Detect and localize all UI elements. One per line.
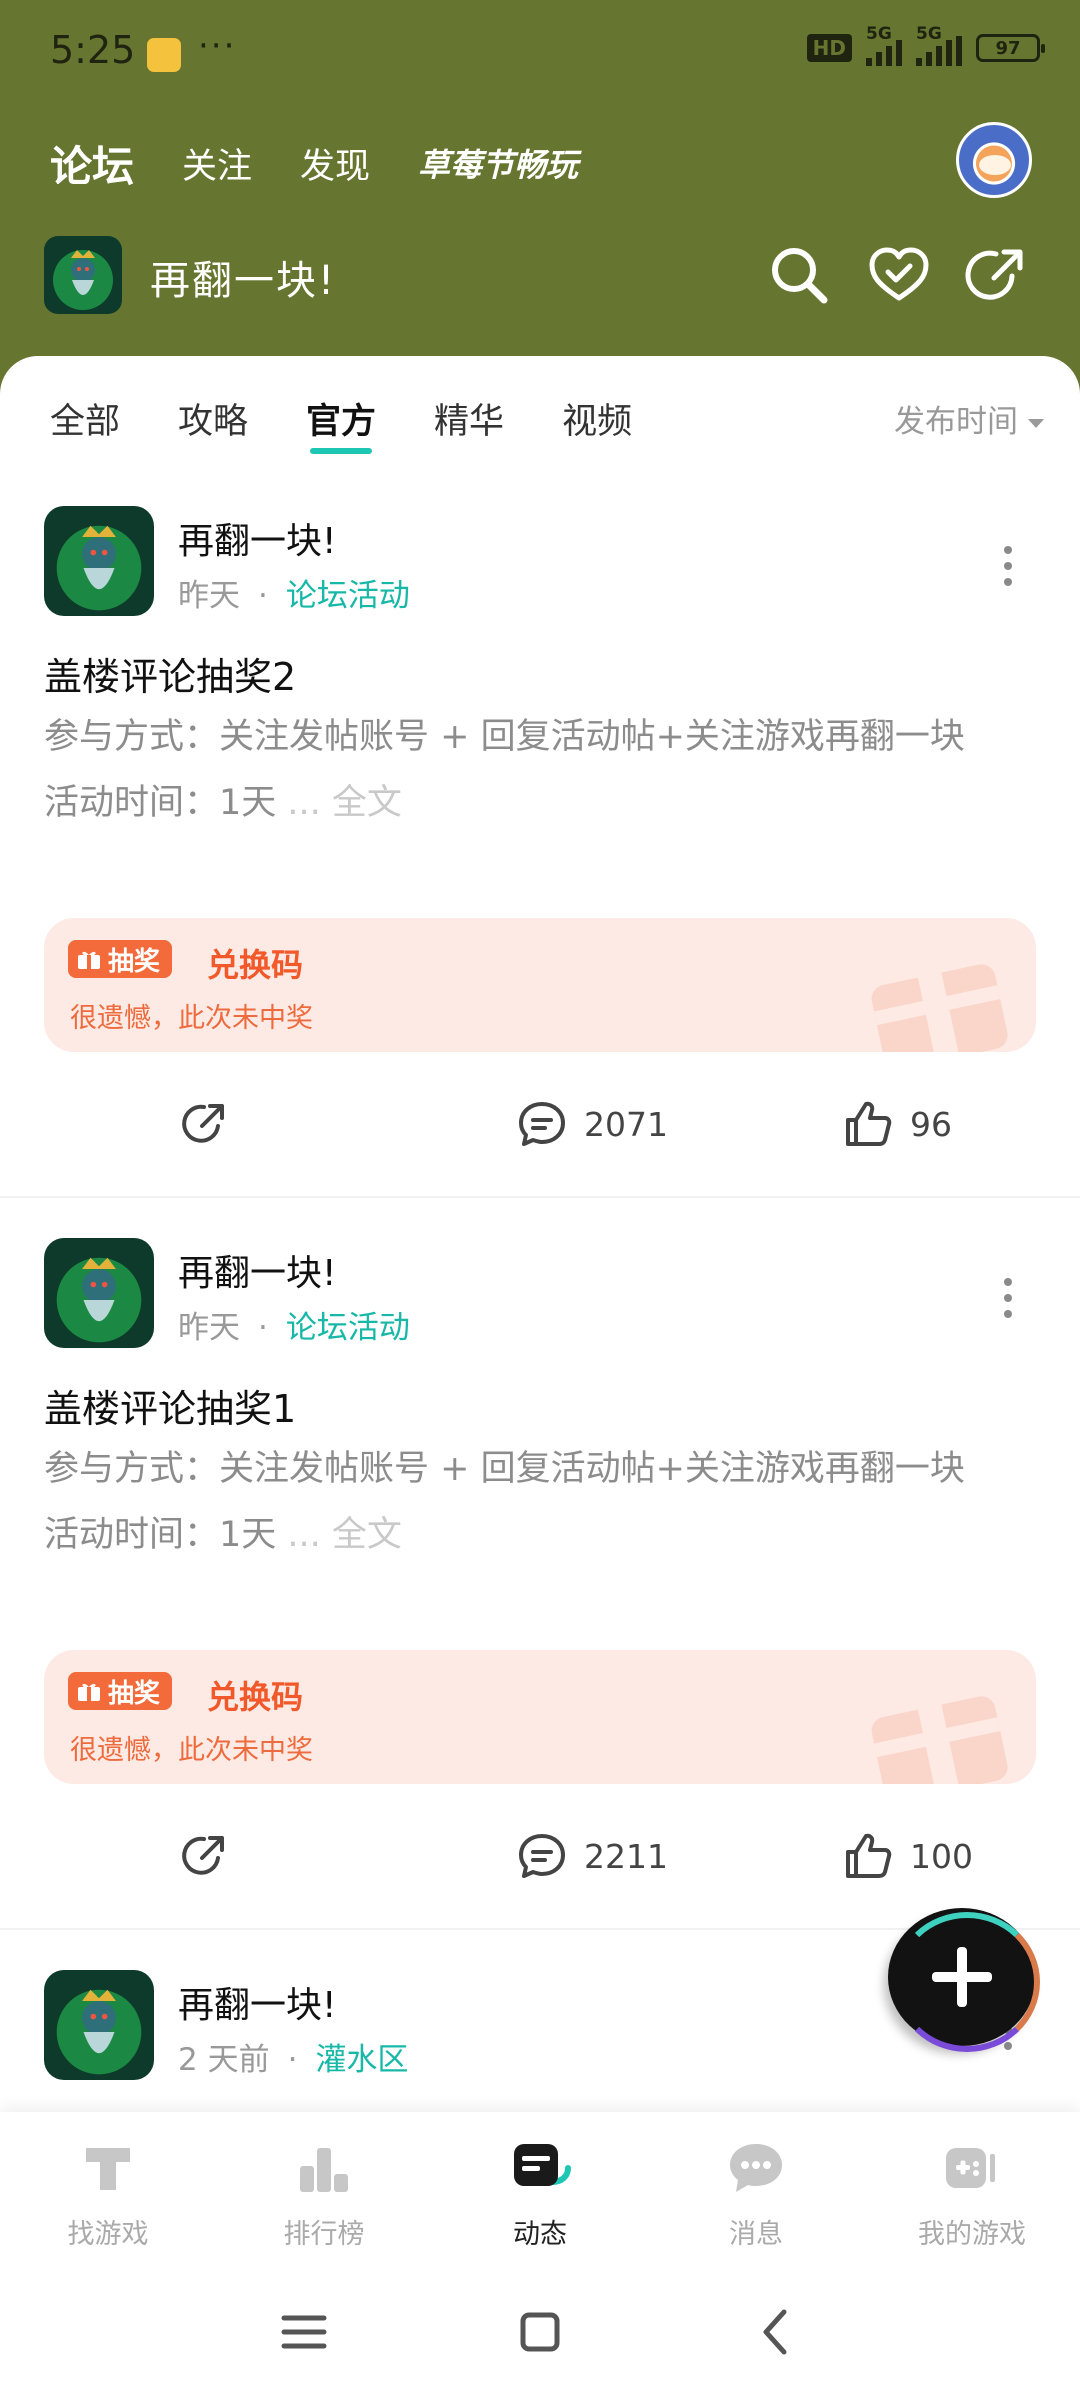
gift-watermark-icon [871, 1685, 1008, 1784]
share-icon [182, 1104, 224, 1143]
share-button[interactable] [176, 1816, 232, 1896]
hd-icon: HD [806, 34, 852, 62]
comment-count: 2071 [584, 1104, 668, 1144]
sort-dropdown[interactable]: 发布时间 [894, 396, 1044, 441]
post-divider [0, 1196, 1080, 1198]
lottery-result: 很遗憾，此次未中奖 [70, 1003, 313, 1034]
lottery-badge: 抽奖 [68, 940, 173, 978]
back-icon[interactable] [736, 2292, 816, 2372]
post-category[interactable]: 论坛活动 [286, 578, 410, 614]
status-bar: 5:25 ··· HD 5G 5G 97 [0, 0, 1080, 110]
comment-button[interactable]: 2211 [514, 1816, 668, 1896]
like-button[interactable]: 96 [840, 1084, 952, 1164]
nav-ranking[interactable]: 排行榜 [216, 2136, 432, 2251]
like-count: 100 [910, 1836, 973, 1876]
lottery-prize: 兑换码 [207, 946, 304, 984]
nav-my-games[interactable]: 我的游戏 [864, 2136, 1080, 2251]
game-bar: 再翻一块! [44, 236, 1034, 316]
lottery-card[interactable]: 抽奖 兑换码 很遗憾，此次未中奖 [44, 1650, 1036, 1784]
ranking-icon [300, 2148, 348, 2192]
tab-discover[interactable]: 发现 [300, 138, 370, 189]
comment-button[interactable]: 2071 [514, 1084, 668, 1164]
more-notifications-icon: ··· [198, 26, 237, 66]
read-more-link[interactable]: 全文 [321, 1515, 402, 1555]
bottom-nav: 找游戏 排行榜 动态 消息 我的游戏 [0, 2112, 1080, 2264]
top-tabs: 论坛 关注 发现 草莓节畅玩 [45, 128, 626, 198]
post-meta: 昨天 · 论坛活动 [178, 578, 410, 614]
thumbs-up-icon [846, 1833, 892, 1878]
nav-find-game[interactable]: 找游戏 [0, 2136, 216, 2251]
gift-watermark-icon [871, 953, 1008, 1052]
like-count: 96 [910, 1104, 952, 1144]
gift-icon [78, 951, 100, 969]
tab-strawberry-festival[interactable]: 草莓节畅玩 [418, 140, 578, 186]
feed-icon [514, 2144, 571, 2186]
lottery-badge: 抽奖 [68, 1672, 173, 1710]
nav-messages[interactable]: 消息 [648, 2136, 864, 2251]
share-icon [182, 1836, 224, 1875]
post-author[interactable]: 再翻一块! [178, 1244, 336, 1296]
nav-feed[interactable]: 动态 [432, 2136, 648, 2251]
thumbs-up-icon [846, 1101, 892, 1146]
menu-icon[interactable] [264, 2292, 344, 2372]
my-games-icon [946, 2148, 995, 2188]
author-avatar[interactable] [44, 506, 154, 616]
post-actions: 2211 100 [0, 1816, 1080, 1896]
message-icon [730, 2144, 782, 2192]
gift-icon [78, 1683, 100, 1701]
lottery-result: 很遗憾，此次未中奖 [70, 1735, 313, 1766]
author-avatar[interactable] [44, 1970, 154, 2080]
share-icon[interactable] [962, 240, 1032, 310]
signal-icon: 5G [866, 24, 902, 66]
post-author[interactable]: 再翻一块! [178, 1976, 336, 2028]
post-title[interactable]: 盖楼评论抽奖1 [44, 1378, 296, 1433]
content-panel: 全部 攻略 官方 精华 视频 发布时间 再翻一块! 昨天 · 论坛活动 盖楼评论抽奖… [0, 356, 1080, 2116]
post-body[interactable]: 参与方式：关注发帖账号 + 回复活动帖+关注游戏再翻一块 活动时间：1天 ...… [44, 1436, 1044, 1568]
game-title: 再翻一块! [150, 258, 337, 304]
subtab-all[interactable]: 全部 [50, 393, 120, 444]
find-game-icon [86, 2148, 130, 2190]
author-avatar[interactable] [44, 1238, 154, 1348]
sub-tabs: 全部 攻略 官方 精华 视频 [50, 386, 690, 454]
more-options-icon[interactable] [1000, 1278, 1016, 1324]
comment-count: 2211 [584, 1836, 668, 1876]
search-icon[interactable] [764, 240, 834, 310]
heart-check-icon[interactable] [864, 240, 934, 310]
post-author[interactable]: 再翻一块! [178, 512, 336, 564]
more-options-icon[interactable] [1000, 546, 1016, 592]
post-title[interactable]: 盖楼评论抽奖2 [44, 646, 296, 701]
post-category[interactable]: 论坛活动 [286, 1310, 410, 1346]
subtab-guides[interactable]: 攻略 [178, 393, 248, 444]
subtab-official[interactable]: 官方 [306, 393, 376, 454]
post-category[interactable]: 灌水区 [315, 2042, 408, 2078]
post-meta: 昨天 · 论坛活动 [178, 1310, 410, 1346]
status-time: 5:25 [50, 28, 136, 72]
user-avatar[interactable] [956, 122, 1032, 198]
tab-forum[interactable]: 论坛 [45, 133, 139, 194]
share-button[interactable] [176, 1084, 232, 1164]
game-icon[interactable] [44, 236, 122, 314]
lottery-prize: 兑换码 [207, 1678, 304, 1716]
signal-icon-2: 5G [916, 24, 962, 66]
like-button[interactable]: 100 [840, 1816, 973, 1896]
system-nav-bar [0, 2264, 1080, 2400]
post-meta: 2 天前 · 灌水区 [178, 2042, 409, 2078]
create-post-button[interactable] [888, 1908, 1040, 2052]
tab-follow[interactable]: 关注 [182, 138, 252, 189]
comment-icon [519, 1834, 565, 1878]
subtab-featured[interactable]: 精华 [434, 393, 504, 444]
subtab-video[interactable]: 视频 [562, 393, 632, 444]
lottery-card[interactable]: 抽奖 兑换码 很遗憾，此次未中奖 [44, 918, 1036, 1052]
notification-icon [147, 38, 181, 72]
battery-icon: 97 [976, 34, 1045, 62]
post-actions: 2071 96 [0, 1084, 1080, 1164]
read-more-link[interactable]: 全文 [321, 783, 402, 823]
comment-icon [519, 1102, 565, 1146]
post-body[interactable]: 参与方式：关注发帖账号 + 回复活动帖+关注游戏再翻一块 活动时间：1天 ...… [44, 704, 1044, 836]
home-icon[interactable] [500, 2292, 580, 2372]
status-right: HD 5G 5G 97 [806, 24, 1045, 66]
